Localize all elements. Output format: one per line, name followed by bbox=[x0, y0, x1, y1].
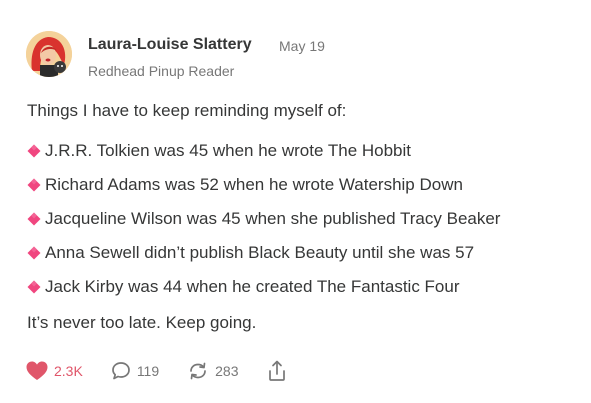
avatar-image bbox=[26, 31, 72, 77]
share-icon bbox=[268, 360, 285, 381]
fact-text: Anna Sewell didn’t publish Black Beauty … bbox=[45, 243, 475, 262]
restack-count: 283 bbox=[215, 363, 239, 379]
facts-list: J.R.R. Tolkien was 45 when he wrote The … bbox=[27, 134, 500, 304]
author-name[interactable]: Laura-Louise Slattery bbox=[88, 36, 252, 54]
post-outro-text: It’s never too late. Keep going. bbox=[27, 313, 257, 332]
pink-diamond-icon bbox=[27, 178, 41, 192]
fact-text: Jack Kirby was 44 when he created The Fa… bbox=[45, 277, 460, 296]
comment-button[interactable]: 119 bbox=[111, 361, 159, 381]
pink-diamond-icon bbox=[27, 212, 41, 226]
post-intro-text: Things I have to keep reminding myself o… bbox=[27, 101, 347, 120]
pink-diamond-icon bbox=[27, 144, 41, 158]
comment-bubble-icon bbox=[111, 362, 130, 380]
post-card: Laura-Louise Slattery May 19 Redhead Pin… bbox=[0, 0, 591, 403]
list-item: Jack Kirby was 44 when he created The Fa… bbox=[27, 270, 500, 304]
pink-diamond-icon bbox=[27, 280, 41, 294]
comment-count: 119 bbox=[136, 363, 160, 379]
post-date[interactable]: May 19 bbox=[279, 38, 325, 54]
like-button[interactable]: 2.3K bbox=[26, 361, 83, 381]
author-avatar[interactable] bbox=[26, 31, 72, 77]
like-count: 2.3K bbox=[54, 363, 83, 379]
fact-text: J.R.R. Tolkien was 45 when he wrote The … bbox=[45, 141, 412, 160]
list-item: Richard Adams was 52 when he wrote Water… bbox=[27, 168, 500, 202]
fact-text: Richard Adams was 52 when he wrote Water… bbox=[45, 175, 463, 194]
restack-button[interactable]: 283 bbox=[187, 361, 239, 381]
author-subtitle: Redhead Pinup Reader bbox=[88, 63, 235, 79]
action-bar: 2.3K 119 283 bbox=[26, 358, 315, 384]
heart-icon bbox=[26, 361, 48, 380]
list-item: Jacqueline Wilson was 45 when she publis… bbox=[27, 202, 500, 236]
share-button[interactable] bbox=[267, 360, 287, 382]
restack-icon bbox=[190, 362, 206, 380]
list-item: Anna Sewell didn’t publish Black Beauty … bbox=[27, 236, 500, 270]
list-item: J.R.R. Tolkien was 45 when he wrote The … bbox=[27, 134, 500, 168]
fact-text: Jacqueline Wilson was 45 when she publis… bbox=[45, 209, 501, 228]
pink-diamond-icon bbox=[27, 246, 41, 260]
